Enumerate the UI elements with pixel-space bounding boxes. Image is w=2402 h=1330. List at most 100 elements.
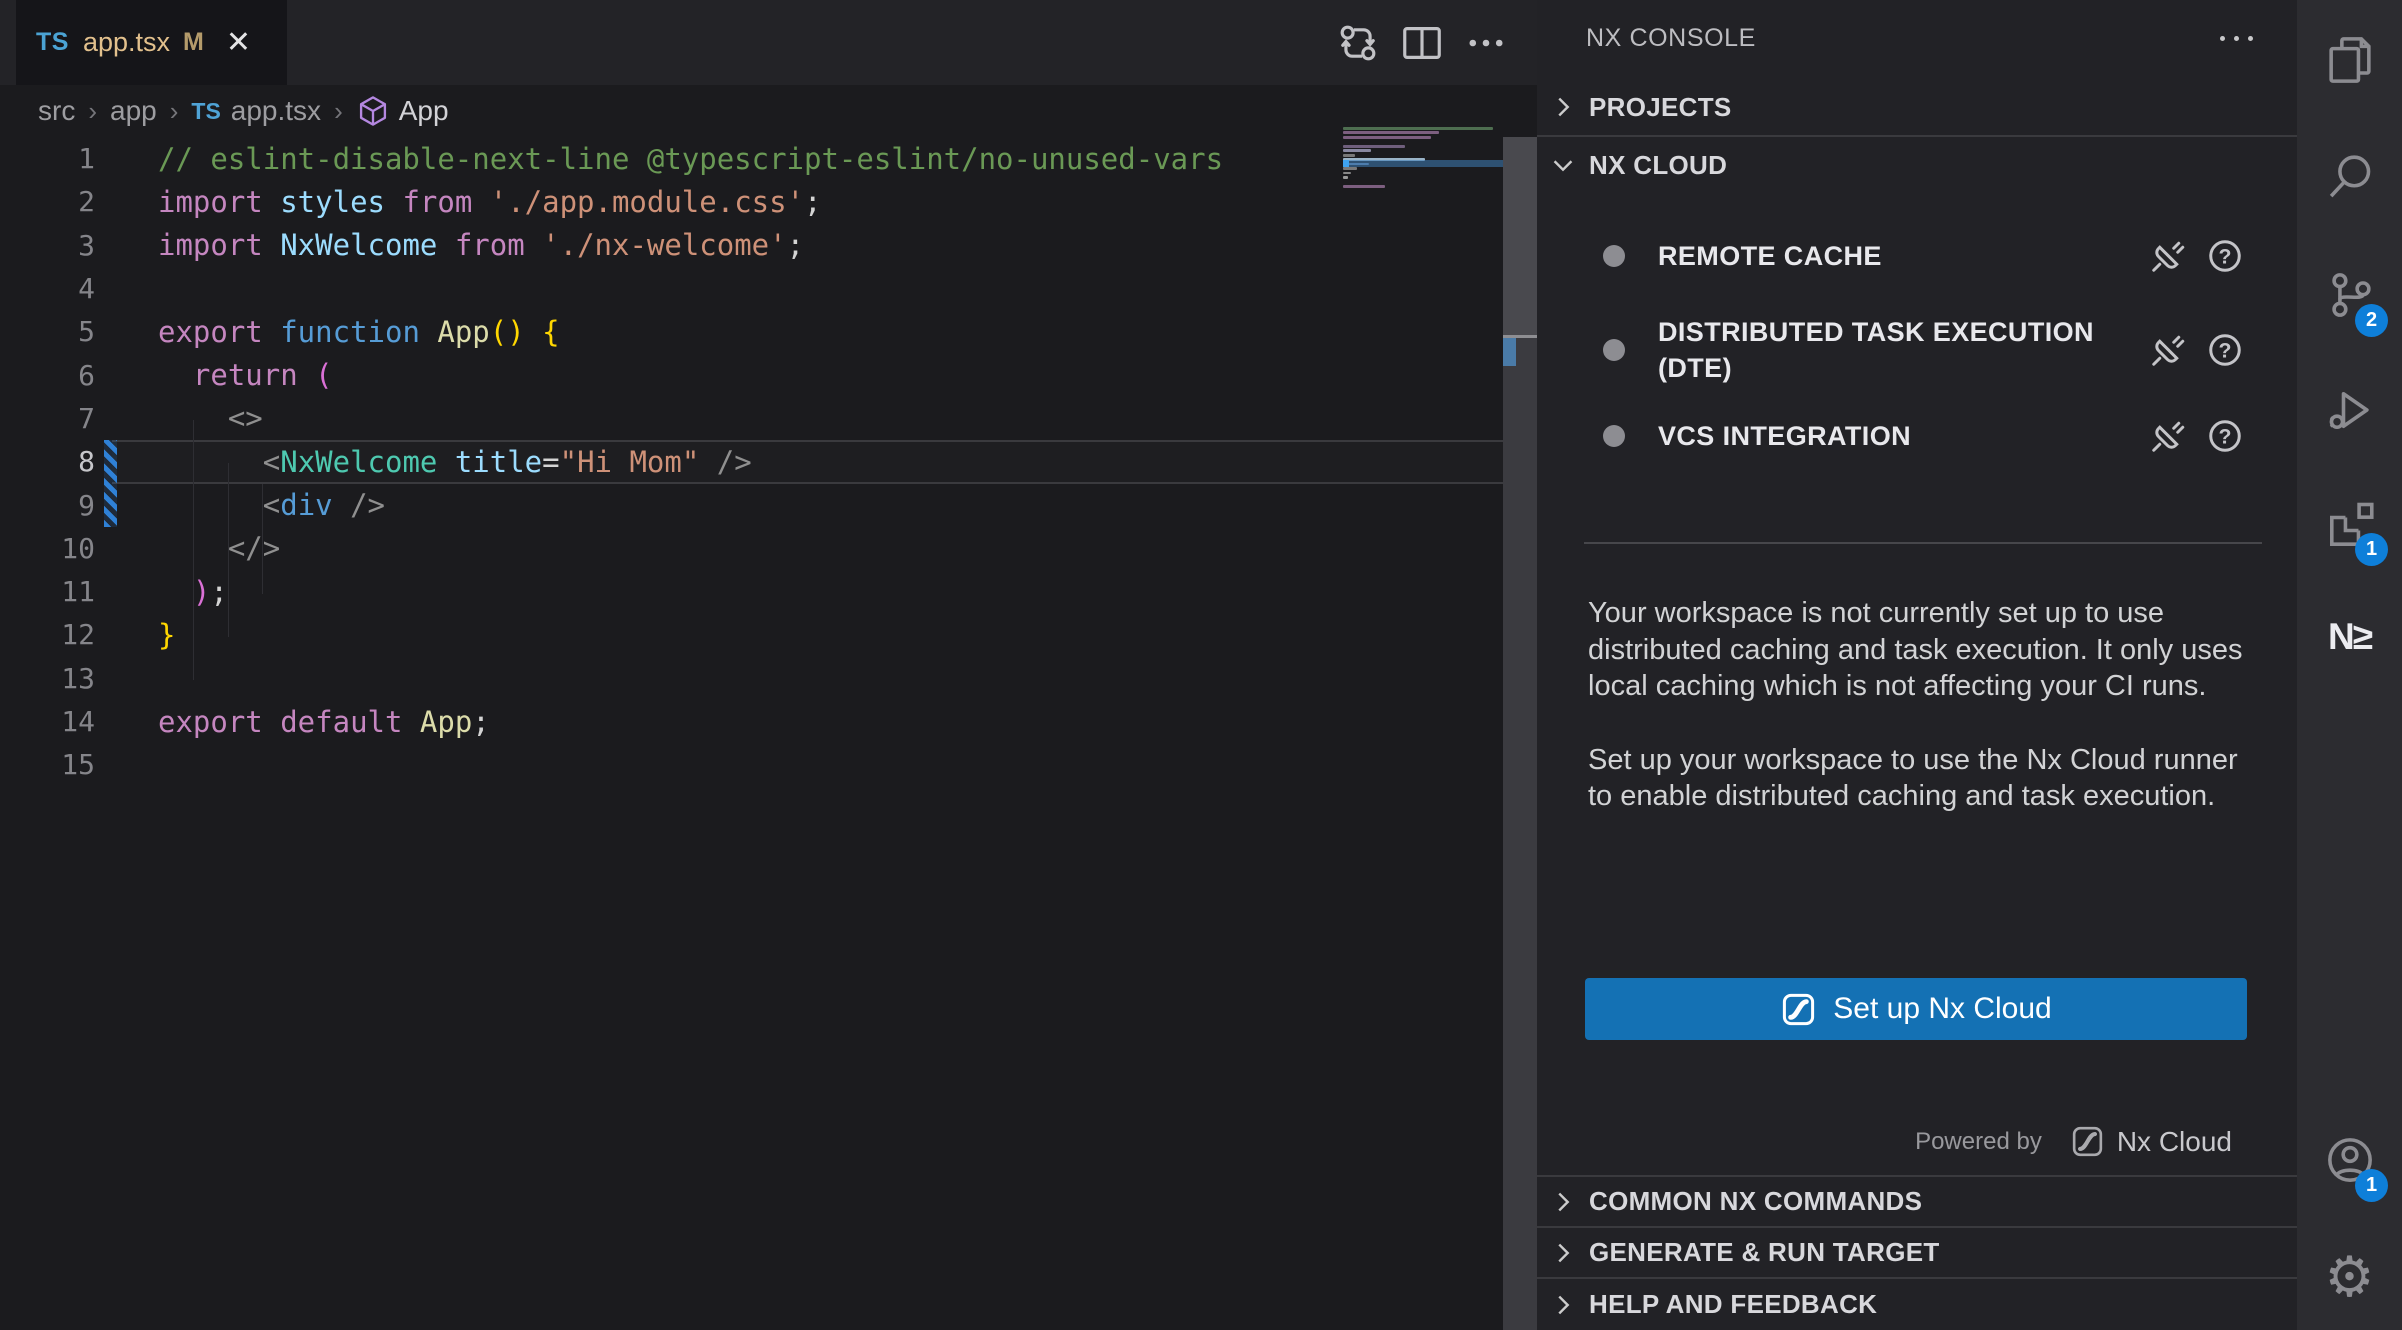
vscode-window: TS app.tsx M ✕ bbox=[0, 0, 2402, 1330]
line-content: import styles from './app.module.css'; bbox=[95, 185, 822, 219]
scrollbar-slider[interactable] bbox=[1503, 137, 1537, 335]
panel-header: NX CONSOLE bbox=[1537, 0, 2297, 77]
code-line[interactable]: 11 ); bbox=[0, 570, 1503, 613]
status-dot-icon bbox=[1603, 425, 1625, 447]
connect-plug-icon[interactable] bbox=[2148, 330, 2188, 370]
section-label: GENERATE & RUN TARGET bbox=[1589, 1237, 1940, 1268]
code-line[interactable]: 15 bbox=[0, 743, 1503, 786]
extensions-badge: 1 bbox=[2355, 533, 2388, 566]
line-number: 7 bbox=[0, 402, 95, 435]
line-number: 13 bbox=[0, 662, 95, 695]
code-line[interactable]: 12} bbox=[0, 613, 1503, 656]
section-label: HELP AND FEEDBACK bbox=[1589, 1289, 1877, 1320]
line-content: ); bbox=[95, 575, 228, 609]
line-content: <div /> bbox=[95, 488, 385, 522]
code-line[interactable]: 6 return ( bbox=[0, 353, 1503, 396]
code-line[interactable]: 8 <NxWelcome title="Hi Mom" /> bbox=[0, 440, 1503, 483]
code-editor[interactable]: 1// eslint-disable-next-line @typescript… bbox=[0, 137, 1503, 786]
line-number: 10 bbox=[0, 532, 95, 565]
help-question-icon[interactable]: ? bbox=[2205, 330, 2245, 370]
powered-by-label: Powered by bbox=[1915, 1128, 2042, 1156]
section-projects[interactable]: PROJECTS bbox=[1537, 79, 2297, 137]
connect-plug-icon[interactable] bbox=[2148, 416, 2188, 456]
line-content: </> bbox=[95, 531, 280, 565]
code-line[interactable]: 9 <div /> bbox=[0, 483, 1503, 526]
section-help-and-feedback[interactable]: HELP AND FEEDBACK bbox=[1537, 1279, 2297, 1330]
section-generate-run-target[interactable]: GENERATE & RUN TARGET bbox=[1537, 1228, 2297, 1279]
accounts-badge: 1 bbox=[2355, 1169, 2388, 1202]
setup-nx-cloud-button[interactable]: Set up Nx Cloud bbox=[1585, 978, 2247, 1040]
section-common-nx-commands[interactable]: COMMON NX COMMANDS bbox=[1537, 1177, 2297, 1228]
line-number: 4 bbox=[0, 272, 95, 305]
overview-ruler-modified-mark bbox=[1503, 338, 1516, 366]
line-content: export default App; bbox=[95, 705, 490, 739]
powered-by: Powered by Nx Cloud bbox=[1915, 1124, 2232, 1159]
split-editor-icon[interactable] bbox=[1399, 20, 1445, 66]
line-number: 11 bbox=[0, 575, 95, 608]
code-line[interactable]: 13 bbox=[0, 657, 1503, 700]
line-number: 2 bbox=[0, 185, 95, 218]
section-label: NX CLOUD bbox=[1589, 150, 1727, 181]
section-nx-cloud[interactable]: NX CLOUD bbox=[1537, 137, 2297, 193]
chevron-right-icon bbox=[1548, 1290, 1578, 1320]
line-content: return ( bbox=[95, 358, 333, 392]
chevron-down-icon bbox=[1548, 150, 1578, 180]
breadcrumb-app[interactable]: app bbox=[110, 95, 157, 127]
search-icon[interactable] bbox=[2297, 126, 2402, 226]
breadcrumb: src › app › TS app.tsx › App bbox=[0, 85, 1537, 137]
nx-console-icon[interactable]: N≥ bbox=[2297, 587, 2402, 687]
setup-button-label: Set up Nx Cloud bbox=[1833, 992, 2051, 1026]
line-content: // eslint-disable-next-line @typescript-… bbox=[95, 142, 1223, 176]
feature-row: VCS INTEGRATION ? bbox=[1537, 406, 2297, 466]
tab-app-tsx[interactable]: TS app.tsx M ✕ bbox=[16, 0, 287, 85]
feature-row: DISTRIBUTED TASK EXECUTION (DTE) ? bbox=[1537, 312, 2297, 388]
code-line[interactable]: 7 <> bbox=[0, 397, 1503, 440]
status-dot-icon bbox=[1603, 245, 1625, 267]
open-changes-icon[interactable] bbox=[1335, 20, 1381, 66]
line-content: export function App() { bbox=[95, 315, 560, 349]
minimap[interactable] bbox=[1343, 127, 1503, 207]
run-debug-icon[interactable] bbox=[2297, 360, 2402, 460]
settings-gear-icon[interactable]: ⚙ bbox=[2297, 1227, 2402, 1327]
source-control-icon[interactable]: 2 bbox=[2297, 245, 2402, 345]
close-tab-icon[interactable]: ✕ bbox=[226, 28, 251, 58]
help-question-icon[interactable]: ? bbox=[2205, 236, 2245, 276]
description-paragraph: Set up your workspace to use the Nx Clou… bbox=[1588, 742, 2266, 815]
chevron-right-icon: › bbox=[334, 96, 343, 127]
explorer-icon[interactable] bbox=[2297, 10, 2402, 110]
breadcrumb-symbol[interactable]: App bbox=[399, 95, 449, 127]
connect-plug-icon[interactable] bbox=[2148, 236, 2188, 276]
chevron-right-icon bbox=[1548, 1187, 1578, 1217]
code-line[interactable]: 4 bbox=[0, 267, 1503, 310]
svg-text:?: ? bbox=[2219, 245, 2232, 269]
editor-group: TS app.tsx M ✕ bbox=[0, 0, 1537, 1330]
more-actions-icon[interactable] bbox=[2220, 36, 2253, 41]
code-line[interactable]: 3import NxWelcome from './nx-welcome'; bbox=[0, 224, 1503, 267]
editor-scrollbar[interactable] bbox=[1503, 137, 1537, 1330]
accounts-icon[interactable]: 1 bbox=[2297, 1110, 2402, 1210]
line-number: 8 bbox=[0, 445, 95, 478]
breadcrumb-file[interactable]: app.tsx bbox=[231, 95, 321, 127]
chevron-right-icon: › bbox=[170, 96, 179, 127]
tab-bar: TS app.tsx M ✕ bbox=[0, 0, 1537, 85]
breadcrumb-src[interactable]: src bbox=[38, 95, 75, 127]
help-question-icon[interactable]: ? bbox=[2205, 416, 2245, 456]
code-line[interactable]: 2import styles from './app.module.css'; bbox=[0, 180, 1503, 223]
code-line[interactable]: 1// eslint-disable-next-line @typescript… bbox=[0, 137, 1503, 180]
feature-label: REMOTE CACHE bbox=[1658, 238, 2098, 274]
code-line[interactable]: 10 </> bbox=[0, 527, 1503, 570]
code-line[interactable]: 5export function App() { bbox=[0, 310, 1503, 353]
line-number: 6 bbox=[0, 359, 95, 392]
code-line[interactable]: 14export default App; bbox=[0, 700, 1503, 743]
divider bbox=[1584, 542, 2262, 544]
more-actions-icon[interactable] bbox=[1463, 20, 1509, 66]
nx-cloud-logo-icon bbox=[2070, 1124, 2105, 1159]
symbol-class-icon bbox=[356, 94, 390, 128]
minimap-current-line bbox=[1343, 160, 1503, 167]
status-dot-icon bbox=[1603, 339, 1625, 361]
typescript-file-icon: TS bbox=[36, 28, 69, 57]
svg-text:?: ? bbox=[2219, 425, 2232, 449]
extensions-icon[interactable]: 1 bbox=[2297, 474, 2402, 574]
chevron-right-icon bbox=[1548, 1238, 1578, 1268]
typescript-file-icon: TS bbox=[191, 98, 220, 125]
